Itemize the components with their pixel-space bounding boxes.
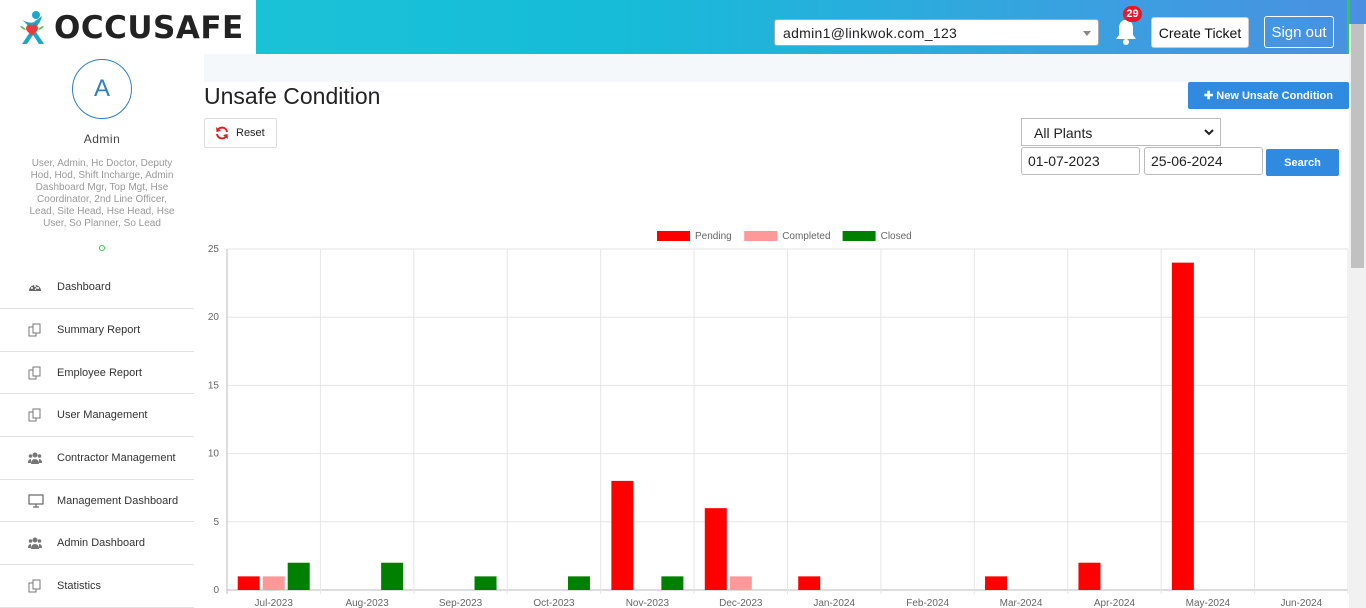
new-unsafe-condition-button[interactable]: ✚ New Unsafe Condition bbox=[1188, 82, 1349, 109]
sidebar-item-contractor-management[interactable]: Contractor Management bbox=[0, 437, 194, 480]
scrollbar-thumb[interactable] bbox=[1351, 24, 1364, 268]
copy-icon bbox=[28, 579, 41, 593]
legend-swatch-pending bbox=[657, 231, 690, 241]
y-tick-label: 5 bbox=[213, 517, 219, 528]
sidebar-item-label: Management Dashboard bbox=[57, 494, 179, 507]
unsafe-condition-chart: 0 5 10 15 20 25 Jul-2023 Aug-2023 Sep-2023 Oct-20… bbox=[208, 231, 1349, 608]
sidebar-item-employee-report[interactable]: Employee Report bbox=[0, 352, 194, 395]
user-name: Admin bbox=[83, 132, 121, 146]
page-scrollbar[interactable] bbox=[1349, 24, 1366, 608]
legend-swatch-closed bbox=[842, 231, 876, 241]
x-tick-label: Jul-2023 bbox=[255, 598, 294, 608]
account-select[interactable]: admin1@linkwok.com_123 bbox=[774, 19, 1099, 46]
page-title: Unsafe Condition bbox=[204, 83, 381, 109]
x-tick-label: Sep-2023 bbox=[439, 598, 483, 608]
y-tick-label: 10 bbox=[208, 449, 220, 460]
chevron-down-icon bbox=[1083, 31, 1091, 36]
x-tick-label: May-2024 bbox=[1186, 598, 1231, 608]
bar-pending bbox=[1171, 262, 1194, 590]
monitor-icon bbox=[28, 493, 44, 508]
x-tick-label: Mar-2024 bbox=[1000, 598, 1043, 608]
bar-pending bbox=[704, 508, 727, 590]
bar-closed bbox=[381, 562, 404, 590]
create-ticket-button[interactable]: Create Ticket bbox=[1151, 17, 1249, 48]
copy-icon bbox=[28, 323, 41, 337]
chevron-down-icon bbox=[1204, 129, 1214, 136]
y-tick-label: 0 bbox=[213, 585, 219, 596]
x-tick-label: Dec-2023 bbox=[719, 598, 763, 608]
avatar: A bbox=[72, 59, 132, 119]
bell-icon[interactable] bbox=[1113, 18, 1139, 46]
date-from-input[interactable] bbox=[1021, 147, 1140, 175]
sidebar-item-statistics[interactable]: Statistics bbox=[0, 565, 194, 608]
legend-label-completed: Completed bbox=[782, 231, 830, 242]
bar-closed bbox=[287, 562, 310, 590]
sidebar-item-dashboard[interactable]: Dashboard bbox=[0, 266, 194, 309]
bar-pending bbox=[798, 576, 821, 590]
logo-person-icon bbox=[20, 11, 44, 44]
online-status-indicator bbox=[99, 245, 105, 251]
bar-completed bbox=[262, 576, 285, 590]
sidebar: A Admin User, Admin, Hc Doctor, Deputy H… bbox=[0, 56, 194, 608]
sidebar-item-label: Contractor Management bbox=[57, 451, 176, 464]
x-tick-label: Aug-2023 bbox=[345, 598, 389, 608]
content-top-band bbox=[204, 54, 1349, 82]
users-icon bbox=[28, 537, 42, 550]
sidebar-item-label: User Management bbox=[57, 409, 148, 422]
sidebar-item-summary-report[interactable]: Summary Report bbox=[0, 309, 194, 352]
x-tick-label: Jan-2024 bbox=[813, 598, 855, 608]
x-tick-label: Oct-2023 bbox=[533, 598, 575, 608]
legend-label-pending: Pending bbox=[695, 231, 732, 242]
sidebar-item-label: Statistics bbox=[57, 579, 102, 592]
x-tick-label: Nov-2023 bbox=[626, 598, 670, 608]
bar-completed bbox=[729, 576, 752, 590]
dashboard-icon bbox=[29, 285, 41, 291]
refresh-icon bbox=[216, 126, 228, 140]
y-tick-label: 20 bbox=[208, 312, 220, 323]
sidebar-item-label: Admin Dashboard bbox=[57, 537, 146, 550]
bar-closed bbox=[661, 576, 684, 590]
reset-label: Reset bbox=[236, 127, 265, 139]
x-tick-label: Apr-2024 bbox=[1094, 598, 1136, 608]
users-icon bbox=[28, 452, 42, 464]
plus-icon: ✚ bbox=[1203, 90, 1217, 102]
plant-select[interactable]: All Plants bbox=[1021, 118, 1221, 146]
logo[interactable]: OCCUSAFE bbox=[0, 0, 256, 56]
user-roles: User, Admin, Hc Doctor, Deputy Hod, Hod,… bbox=[29, 158, 175, 229]
sidebar-item-admin-dashboard[interactable]: Admin Dashboard bbox=[0, 522, 194, 566]
y-tick-label: 25 bbox=[208, 244, 220, 255]
legend-label-closed: Closed bbox=[881, 231, 912, 242]
legend-swatch-completed bbox=[744, 231, 778, 241]
notification-badge: 29 bbox=[1123, 6, 1142, 22]
copy-icon bbox=[28, 366, 41, 380]
sidebar-nav: Dashboard Summary Report Employee Report… bbox=[0, 266, 194, 608]
copy-icon bbox=[28, 408, 41, 422]
logo-text: OCCUSAFE bbox=[54, 10, 244, 46]
sidebar-item-label: Employee Report bbox=[57, 366, 142, 379]
plant-select-value: All Plants bbox=[1034, 125, 1093, 141]
sidebar-item-label: Summary Report bbox=[57, 323, 141, 336]
bar-pending bbox=[1078, 562, 1101, 590]
y-tick-label: 15 bbox=[208, 380, 220, 391]
bar-pending bbox=[237, 576, 260, 590]
sign-out-button[interactable]: Sign out bbox=[1264, 16, 1334, 48]
x-tick-label: Feb-2024 bbox=[906, 598, 949, 608]
date-to-input[interactable] bbox=[1144, 147, 1263, 175]
bar-pending bbox=[611, 480, 634, 590]
search-button[interactable]: Search bbox=[1266, 149, 1339, 176]
reset-button[interactable]: Reset bbox=[204, 118, 277, 148]
bar-closed bbox=[474, 576, 497, 590]
new-unsafe-condition-label: New Unsafe Condition bbox=[1216, 90, 1333, 102]
sidebar-item-user-management[interactable]: User Management bbox=[0, 394, 194, 438]
bar-closed bbox=[567, 576, 590, 590]
sidebar-item-management-dashboard[interactable]: Management Dashboard bbox=[0, 480, 194, 523]
sidebar-item-label: Dashboard bbox=[57, 281, 111, 293]
x-tick-label: Jun-2024 bbox=[1280, 598, 1322, 608]
bar-pending bbox=[985, 576, 1008, 590]
account-select-value: admin1@linkwok.com_123 bbox=[783, 25, 958, 41]
